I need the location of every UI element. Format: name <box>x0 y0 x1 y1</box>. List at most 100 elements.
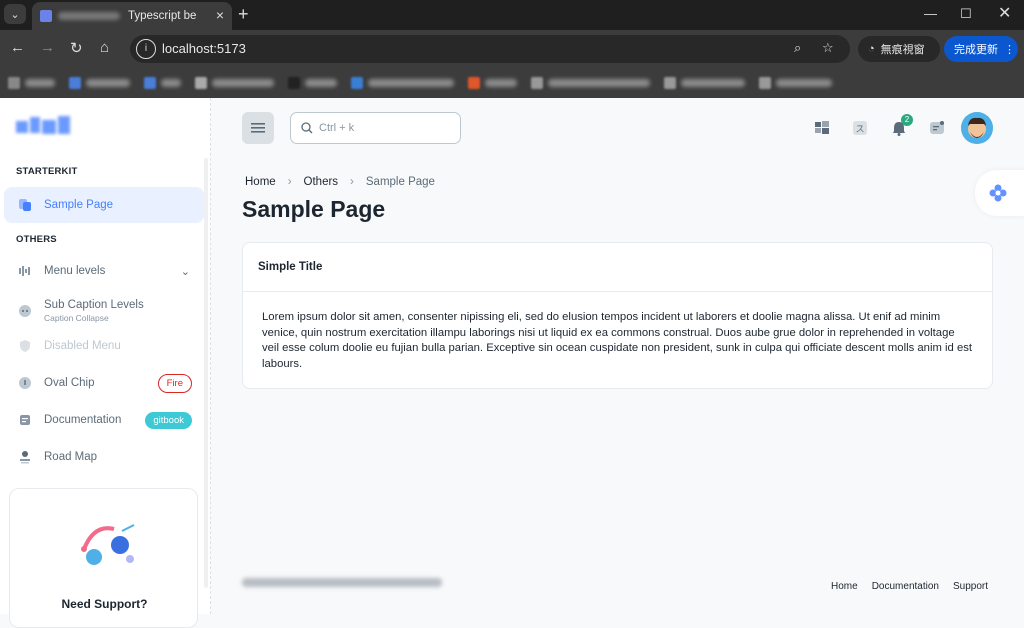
address-bar[interactable]: i localhost:5173 ⌕ ☆ <box>130 35 850 63</box>
browser-toolbar: ← → ↻ ⌂ i localhost:5173 ⌕ ☆ ◔ 無痕視窗 完成更新… <box>0 30 1024 68</box>
shield-icon <box>18 339 32 353</box>
support-title: Need Support? <box>61 597 148 611</box>
headphones-illustration-icon <box>81 524 135 565</box>
search-placeholder: Ctrl + k <box>319 122 355 134</box>
language-icon[interactable]: ス <box>850 118 870 138</box>
bookmark-item[interactable] <box>531 77 650 89</box>
sidebar-item-sample-page[interactable]: Sample Page <box>4 187 204 223</box>
svg-text:ス: ス <box>855 125 864 135</box>
sidebar-item-road-map[interactable]: Road Map <box>4 439 204 475</box>
avatar[interactable] <box>961 112 993 144</box>
breadcrumb: Home › Others › Sample Page <box>245 176 435 188</box>
bookmark-item[interactable] <box>144 77 181 89</box>
home-icon[interactable]: ⌂ <box>100 39 109 56</box>
bookmark-item[interactable] <box>8 77 55 89</box>
chevron-down-icon: ⌄ <box>180 265 190 278</box>
more-menu-icon: ⋮ <box>1004 43 1015 56</box>
bookmark-icon <box>288 77 300 89</box>
brand-logo[interactable] <box>16 116 72 138</box>
minimize-icon[interactable]: — <box>924 6 937 21</box>
fire-chip: Fire <box>157 373 192 393</box>
bookmark-item[interactable] <box>759 77 832 89</box>
footer-link-documentation[interactable]: Documentation <box>872 581 939 592</box>
back-icon[interactable]: ← <box>10 39 25 56</box>
message-icon[interactable] <box>927 118 947 138</box>
search-input[interactable]: Ctrl + k <box>290 112 461 144</box>
support-card: Need Support? <box>9 488 198 628</box>
tab-favicon-icon <box>40 10 52 22</box>
gitbook-chip: gitbook <box>145 411 192 429</box>
bookmark-item[interactable] <box>664 77 745 89</box>
tab-search-button[interactable]: ⌄ <box>4 4 26 24</box>
bookmark-item[interactable] <box>351 77 454 89</box>
url-text[interactable]: localhost:5173 <box>162 41 246 56</box>
bookmark-icon <box>8 77 20 89</box>
breadcrumb-current: Sample Page <box>365 176 435 188</box>
menu-toggle-button[interactable] <box>242 112 274 144</box>
bookmark-icon <box>664 77 676 89</box>
card-title: Simple Title <box>243 243 992 292</box>
sidebar-item-label: Oval Chip <box>44 377 95 389</box>
incognito-icon: ◔ <box>868 43 875 55</box>
maximize-icon[interactable]: ☐ <box>960 6 972 22</box>
sidebar-item-label: Documentation <box>44 414 122 426</box>
settings-flower-icon <box>989 184 1007 202</box>
customizer-button[interactable] <box>975 170 1024 216</box>
page-title: Sample Page <box>242 196 386 222</box>
forward-icon[interactable]: → <box>40 39 55 56</box>
bookmark-item[interactable] <box>69 77 130 89</box>
breadcrumb-others[interactable]: Others <box>304 176 339 188</box>
sidebar-item-sublabel: Caption Collapse <box>44 313 109 323</box>
bookmark-item[interactable] <box>195 77 274 89</box>
card-body: Lorem ipsum dolor sit amen, consenter ni… <box>262 311 973 370</box>
footer-link-home[interactable]: Home <box>831 581 858 592</box>
nav-caption-others: OTHERS <box>16 234 57 245</box>
browser-tab[interactable]: Typescript be × <box>32 2 232 30</box>
notification-button[interactable]: 2 <box>889 114 913 138</box>
road-map-icon <box>18 450 32 464</box>
bookmark-star-icon[interactable]: ☆ <box>822 40 834 56</box>
update-label: 完成更新 <box>954 44 998 56</box>
bookmark-icon <box>144 77 156 89</box>
breadcrumb-home[interactable]: Home <box>245 176 276 188</box>
sidebar-scrollbar[interactable] <box>204 158 208 588</box>
site-info-icon[interactable]: i <box>136 39 156 59</box>
chevron-right-icon: › <box>350 176 354 188</box>
notification-badge: 2 <box>901 114 913 126</box>
sidebar-item-documentation[interactable]: Documentation gitbook <box>4 402 204 438</box>
sidebar-item-oval-chip[interactable]: Oval Chip Fire <box>4 365 204 401</box>
zoom-icon[interactable]: ⌕ <box>794 40 801 56</box>
browser-tab-bar: ⌄ Typescript be × + — ☐ ✕ <box>0 0 1024 30</box>
info-icon <box>18 376 32 390</box>
bookmark-item[interactable] <box>288 77 337 89</box>
content-card: Simple Title Lorem ipsum dolor sit amen,… <box>242 242 993 389</box>
sidebar-item-label: Disabled Menu <box>44 340 121 352</box>
sample-page-icon <box>18 198 32 212</box>
bookmark-icon <box>468 77 480 89</box>
bookmark-icon <box>759 77 771 89</box>
user-avatar-icon <box>961 112 993 144</box>
tab-title: Typescript be <box>128 10 197 22</box>
hamburger-icon <box>251 123 265 133</box>
sidebar-item-disabled-menu: Disabled Menu <box>4 328 204 364</box>
bookmark-icon <box>351 77 363 89</box>
footer-copyright-redacted <box>242 578 442 587</box>
sidebar-item-sub-caption-levels[interactable]: Sub Caption Levels Caption Collapse <box>4 292 204 330</box>
new-tab-button[interactable]: + <box>238 4 249 24</box>
reload-icon[interactable]: ↻ <box>70 39 83 57</box>
search-icon <box>301 122 313 134</box>
bookmarks-bar <box>0 68 1024 98</box>
app-root: STARTERKIT Sample Page OTHERS Menu level… <box>0 98 1024 628</box>
menu-levels-icon <box>18 264 32 278</box>
window-close-icon[interactable]: ✕ <box>998 3 1011 23</box>
incognito-label: 無痕視窗 <box>880 44 925 56</box>
footer-link-support[interactable]: Support <box>953 581 988 592</box>
sidebar-item-menu-levels[interactable]: Menu levels ⌄ <box>4 253 204 289</box>
tab-close-icon[interactable]: × <box>216 7 224 23</box>
sidebar: STARTERKIT Sample Page OTHERS Menu level… <box>0 98 211 628</box>
windows-icon[interactable] <box>812 118 832 138</box>
chevron-right-icon: › <box>287 176 292 188</box>
bookmark-item[interactable] <box>468 77 517 89</box>
update-button[interactable]: 完成更新 ⋮ <box>944 36 1018 62</box>
incognito-button[interactable]: ◔ 無痕視窗 <box>858 36 940 62</box>
